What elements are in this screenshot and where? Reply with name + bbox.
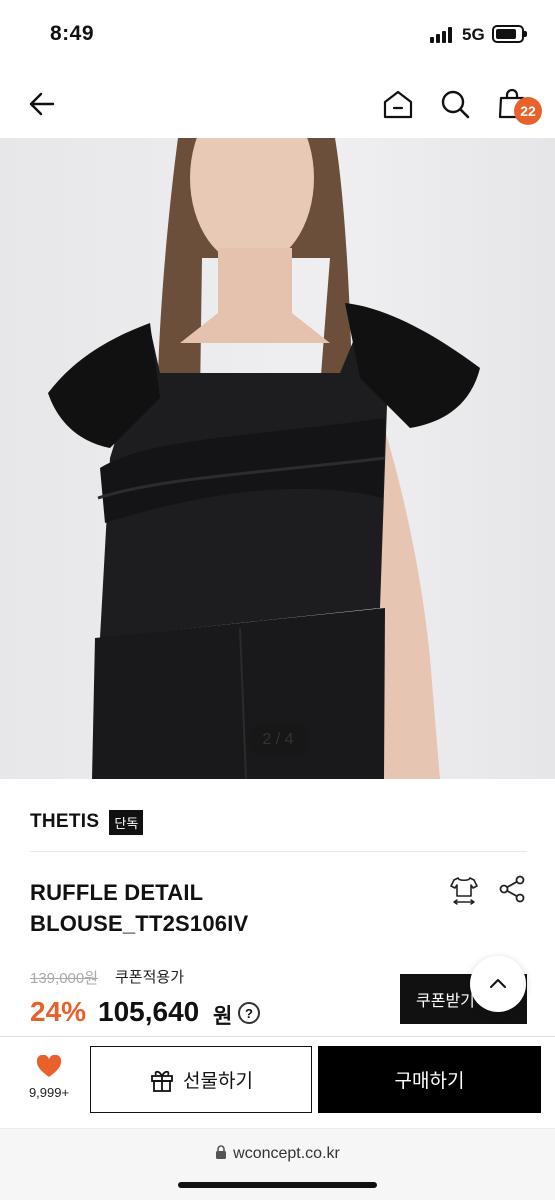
model-photo bbox=[48, 138, 480, 779]
divider bbox=[30, 851, 527, 852]
sale-price: 105,640 bbox=[98, 996, 200, 1027]
currency-label: 원 bbox=[213, 1005, 233, 1028]
exclusive-badge: 단독 bbox=[109, 809, 144, 835]
battery-icon bbox=[492, 25, 527, 43]
lock-icon bbox=[216, 1145, 227, 1159]
browser-url-bar[interactable] bbox=[0, 1128, 555, 1200]
like-count: 9,999+ bbox=[28, 1085, 70, 1100]
network-label: 5G bbox=[462, 25, 485, 44]
like-button[interactable]: 9,999+ bbox=[18, 1055, 80, 1111]
url-text: wconcept.co.kr bbox=[233, 1145, 340, 1162]
signal-icon bbox=[430, 27, 456, 43]
arrow-left-icon bbox=[29, 92, 55, 116]
gift-button-label: 선물하기 bbox=[183, 1071, 253, 1092]
coupon-price-note: 쿠폰적용가 bbox=[115, 969, 185, 986]
gift-button[interactable]: 선물하기 bbox=[90, 1046, 312, 1113]
product-title: RUFFLE DETAIL BLOUSE_TT2S106IV bbox=[30, 877, 420, 939]
size-guide-button[interactable] bbox=[448, 874, 480, 906]
original-price: 139,000원 bbox=[30, 970, 99, 987]
home-button[interactable] bbox=[378, 84, 418, 124]
url-display[interactable]: wconcept.co.kr bbox=[0, 1145, 555, 1163]
product-image[interactable] bbox=[0, 138, 555, 779]
gift-icon bbox=[151, 1070, 173, 1092]
home-icon bbox=[383, 90, 413, 119]
scroll-to-top-button[interactable] bbox=[470, 956, 526, 1012]
back-button[interactable] bbox=[22, 84, 62, 124]
home-indicator bbox=[178, 1182, 377, 1188]
buy-button[interactable]: 구매하기 bbox=[318, 1046, 541, 1113]
discount-rate: 24% bbox=[30, 996, 87, 1027]
price-help-icon[interactable]: ? bbox=[238, 1002, 260, 1024]
top-nav bbox=[0, 70, 555, 138]
share-icon bbox=[499, 875, 525, 903]
gallery-page-indicator: 2 / 4 bbox=[247, 724, 309, 756]
heart-icon bbox=[36, 1055, 62, 1077]
search-button[interactable] bbox=[435, 84, 475, 124]
brand-row: THETIS 단독 bbox=[30, 808, 144, 836]
share-button[interactable] bbox=[497, 874, 527, 904]
status-bar: 8:49 5G bbox=[0, 0, 555, 70]
brand-link[interactable]: THETIS bbox=[30, 811, 99, 833]
tshirt-size-icon bbox=[450, 877, 478, 905]
chevron-up-icon bbox=[490, 979, 506, 988]
product-title-line1: RUFFLE DETAIL bbox=[30, 880, 204, 905]
status-time: 8:49 bbox=[50, 22, 95, 45]
product-title-line2: BLOUSE_TT2S106IV bbox=[30, 911, 249, 936]
search-icon bbox=[441, 90, 470, 119]
cart-count-badge: 22 bbox=[514, 97, 542, 125]
